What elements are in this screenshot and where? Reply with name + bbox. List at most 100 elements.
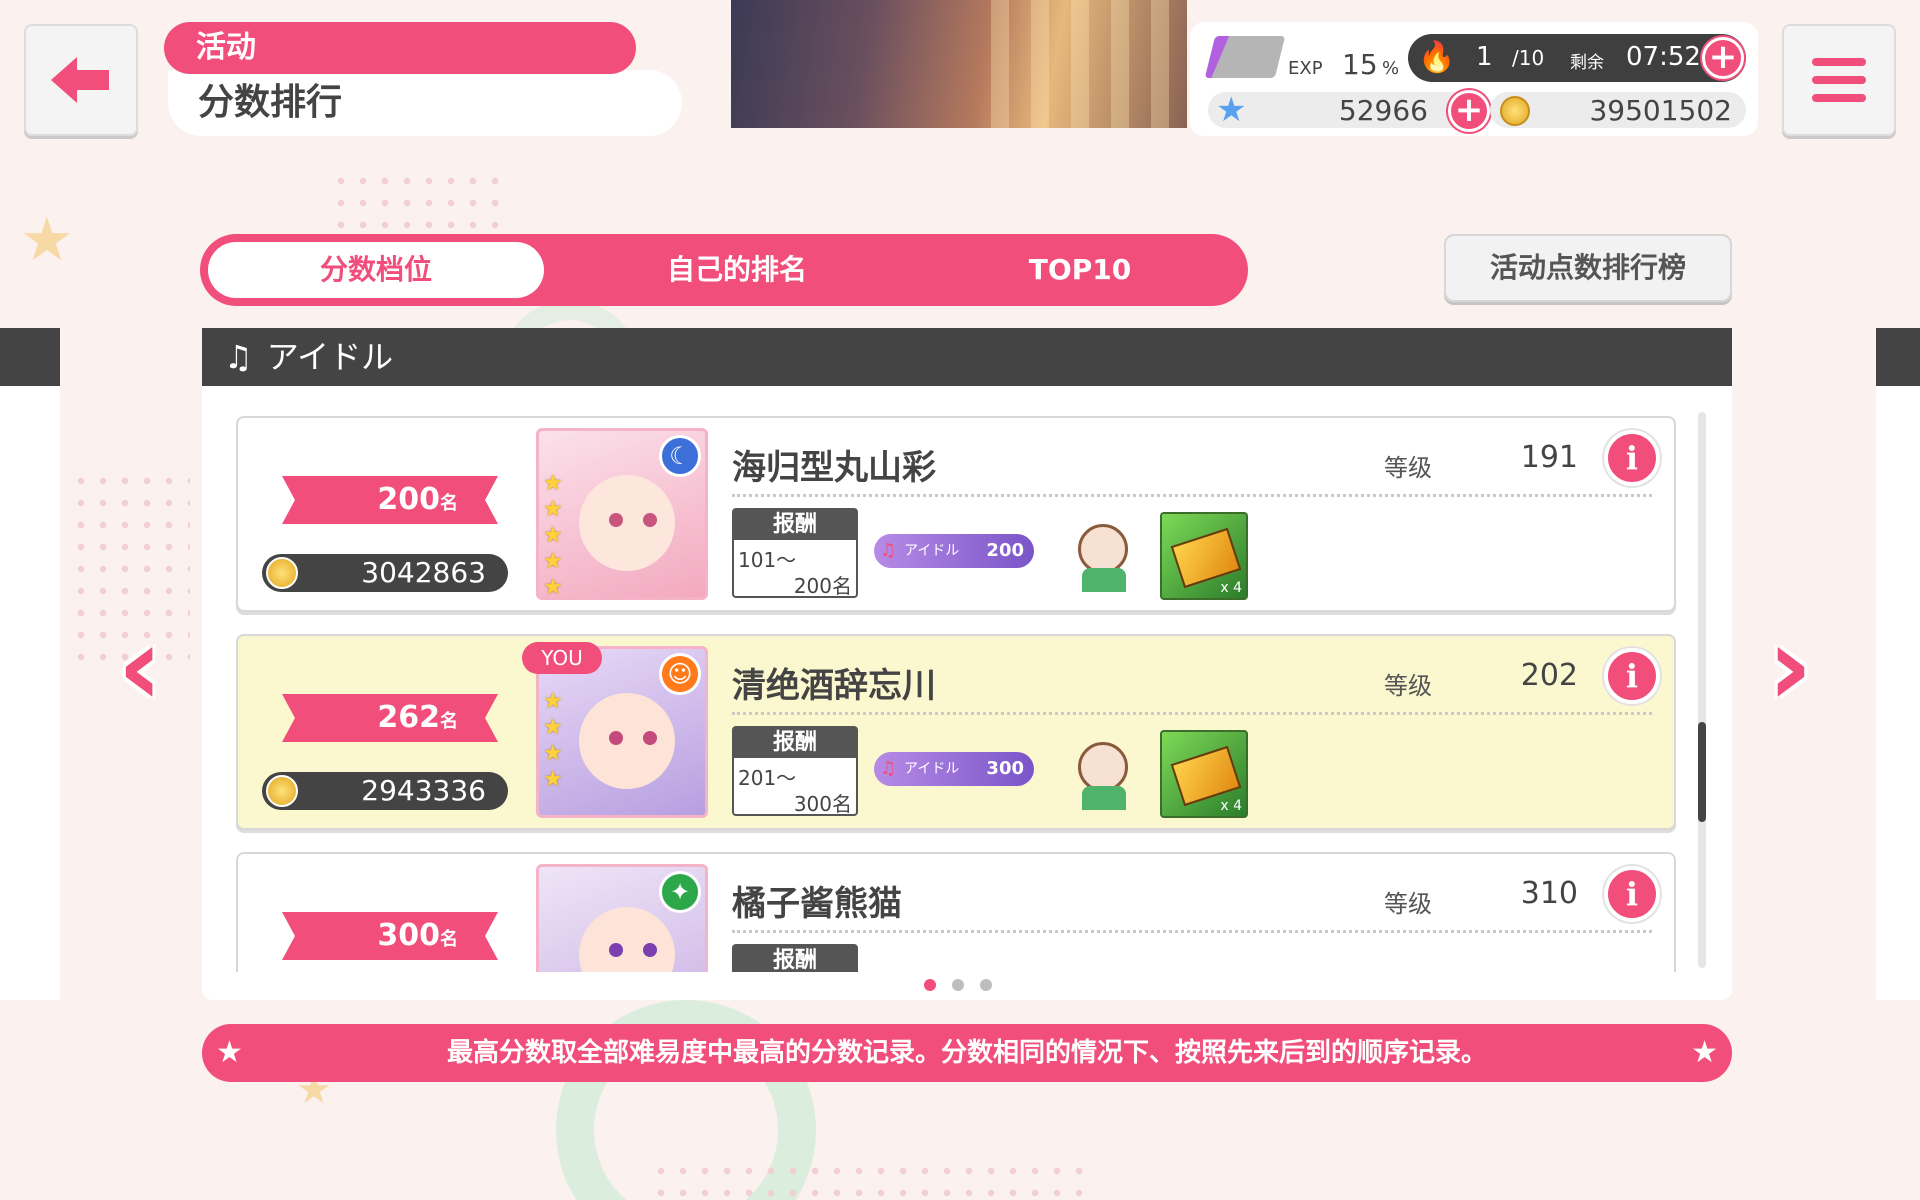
list-scrollbar[interactable] — [1698, 412, 1706, 968]
reward-skill-ticket[interactable]: x 4 — [1160, 512, 1248, 600]
back-button[interactable] — [24, 24, 138, 136]
level-value: 310 — [1520, 876, 1578, 911]
next-page-arrow-icon[interactable]: › — [1750, 606, 1830, 726]
moon-icon: ☾ — [659, 435, 701, 477]
page-dot-active[interactable] — [924, 979, 936, 991]
panel-header: ♫ アイドル — [202, 328, 1732, 386]
page-title-box: 分数排行 活动 — [164, 22, 684, 137]
star-icon: ★ — [216, 1035, 243, 1070]
ranking-tab-strip: 分数档位 自己的排名 TOP10 — [200, 234, 1248, 306]
player-info-button[interactable]: i — [1604, 430, 1660, 486]
reward-stamp[interactable] — [1058, 736, 1144, 812]
reward-range: 报酬 — [732, 944, 858, 972]
previous-page-arrow-icon[interactable]: ‹ — [100, 606, 180, 726]
exp-bar — [1204, 36, 1286, 78]
rank-value: 300 — [377, 918, 440, 953]
player-info-button[interactable]: i — [1604, 866, 1660, 922]
stamina-current: 1 — [1476, 42, 1493, 72]
reward-range-to: 200名 — [793, 574, 852, 598]
level-value: 202 — [1520, 658, 1578, 693]
reward-range: 报酬 101～ 200名 — [732, 508, 858, 598]
scrollbar-thumb[interactable] — [1698, 722, 1706, 822]
rank-ribbon: 262名 — [282, 694, 498, 742]
badge-label: アイドル — [904, 543, 960, 559]
tab-top10[interactable]: TOP10 — [920, 242, 1240, 298]
level-label: 等级 — [1384, 890, 1432, 918]
page-title: 分数排行 — [168, 70, 682, 136]
reward-range-to: 300名 — [793, 792, 852, 816]
level-value: 191 — [1520, 440, 1578, 475]
hamburger-menu-icon — [1812, 58, 1866, 102]
ticket-count: x 4 — [1220, 798, 1242, 814]
add-stamina-button[interactable]: + — [1702, 37, 1744, 79]
score-ranking-panel: ♫ アイドル 200名 3042863 ★ ★ ★ ★ ★ ☾ 海归型丸山彩 等级 191… — [202, 328, 1732, 1000]
ranking-entry-self[interactable]: 262名 2943336 YOU ★ ★ ★ ★ ☺ 清绝酒辞忘川 等级 202 i … — [236, 634, 1676, 830]
badge-label: アイドル — [904, 761, 960, 777]
rank-suffix: 名 — [440, 711, 458, 732]
ranking-entry[interactable]: 200名 3042863 ★ ★ ★ ★ ★ ☾ 海归型丸山彩 等级 191 i 报酬 … — [236, 416, 1676, 612]
star-gem-display: ★ 52966 — [1208, 90, 1478, 130]
ticket-count: x 4 — [1220, 580, 1242, 596]
sparkle-icon: ✦ — [659, 871, 701, 913]
page-indicator — [924, 976, 1014, 992]
reward-range: 报酬 201～ 300名 — [732, 726, 858, 816]
divider — [732, 712, 1652, 715]
reward-title-badge[interactable]: ♫ アイドル 300 — [874, 752, 1034, 786]
reward-range-from: 201～ — [738, 766, 797, 790]
tab-my-rank[interactable]: 自己的排名 — [572, 242, 902, 298]
exp-unit: % — [1382, 58, 1400, 79]
coin-icon — [1500, 96, 1530, 126]
reward-header: 报酬 — [734, 946, 856, 972]
background-star-icon: ★ — [20, 205, 74, 275]
player-name: 橘子酱熊猫 — [732, 884, 902, 924]
add-star-gems-button[interactable]: + — [1448, 90, 1490, 132]
reward-header: 报酬 — [734, 510, 856, 540]
card-character-face — [579, 693, 675, 789]
star-icon: ★ — [1691, 1035, 1718, 1070]
music-note-icon: ♫ — [880, 540, 897, 561]
ranking-rule-note: ★ 最高分数取全部难易度中最高的分数记录。分数相同的情况下、按照先来后到的顺序记… — [202, 1024, 1732, 1082]
player-name: 清绝酒辞忘川 — [732, 666, 936, 706]
you-badge: YOU — [522, 642, 602, 674]
member-card-image[interactable]: ✦ — [536, 864, 708, 972]
stamina-remaining-label: 剩余 — [1570, 53, 1604, 73]
background-dot-pattern — [650, 1160, 1090, 1200]
badge-tier: 200 — [986, 540, 1024, 561]
rank-suffix: 名 — [440, 493, 458, 514]
player-name: 海归型丸山彩 — [732, 448, 936, 488]
ranking-list[interactable]: 200名 3042863 ★ ★ ★ ★ ★ ☾ 海归型丸山彩 等级 191 i 报酬 … — [202, 386, 1732, 972]
reward-range-from: 101～ — [738, 548, 797, 572]
rarity-stars-icon: ★ ★ ★ ★ ★ — [543, 471, 563, 600]
card-character-face — [579, 475, 675, 571]
star-gem-count: 52966 — [1338, 94, 1428, 127]
tab-score-tier[interactable]: 分数档位 — [208, 242, 544, 298]
stamina-display: 🔥 1 /10 剩余 07:52 — [1408, 34, 1746, 82]
exp-value: 15 — [1342, 48, 1378, 81]
rarity-stars-icon: ★ ★ ★ ★ — [543, 689, 563, 792]
panel-title: アイドル — [266, 338, 394, 376]
back-arrow-icon — [51, 57, 109, 103]
exp-label: EXP — [1288, 58, 1323, 79]
coin-count: 39501502 — [1589, 94, 1732, 127]
rank-value: 262 — [377, 700, 440, 735]
footer-note-text: 最高分数取全部难易度中最高的分数记录。分数相同的情况下、按照先来后到的顺序记录。 — [446, 1038, 1487, 1068]
menu-button[interactable] — [1782, 24, 1896, 136]
member-card-image[interactable]: ★ ★ ★ ★ ★ ☾ — [536, 428, 708, 600]
coin-display: 39501502 — [1490, 92, 1746, 128]
page-dot[interactable] — [980, 979, 992, 991]
level-label: 等级 — [1384, 454, 1432, 482]
event-points-leaderboard-button[interactable]: 活动点数排行榜 — [1444, 234, 1732, 302]
reward-header: 报酬 — [734, 728, 856, 758]
smile-icon: ☺ — [659, 653, 701, 695]
reward-skill-ticket[interactable]: x 4 — [1160, 730, 1248, 818]
rank-value: 200 — [377, 482, 440, 517]
divider — [732, 930, 1652, 933]
reward-title-badge[interactable]: ♫ アイドル 200 — [874, 534, 1034, 568]
score-display: 3042863 — [262, 554, 508, 592]
music-note-icon: ♫ — [880, 758, 897, 779]
background-scene-image — [731, 0, 1187, 128]
reward-stamp[interactable] — [1058, 518, 1144, 594]
player-info-button[interactable]: i — [1604, 648, 1660, 704]
page-dot[interactable] — [952, 979, 964, 991]
ranking-entry[interactable]: 300名 ✦ 橘子酱熊猫 等级 310 i 报酬 — [236, 852, 1676, 972]
